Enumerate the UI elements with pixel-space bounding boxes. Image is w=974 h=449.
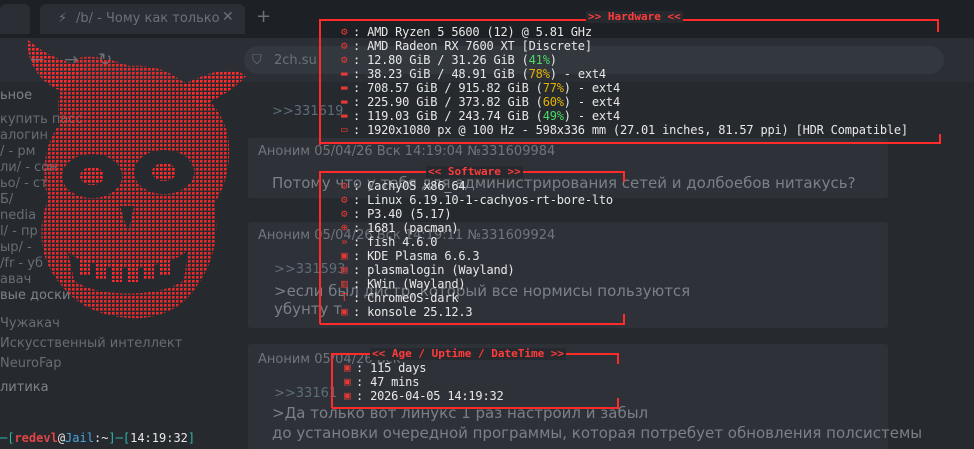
info-row: : fish 4.6.0 xyxy=(353,235,438,249)
info-value: Linux 6.19.10-1-cachyos-rt-bore-lto xyxy=(367,193,613,207)
usage-value: 12.80 GiB / 31.26 GiB ( xyxy=(367,53,529,67)
skull-ascii-art xyxy=(27,40,246,319)
info-row: : 12.80 GiB / 31.26 GiB (41%) xyxy=(353,53,557,67)
window-manager-icon: ▥ xyxy=(341,277,348,290)
disk-icon: ▬ xyxy=(341,67,348,80)
info-row: : CachyOS x86_64 xyxy=(353,179,466,193)
disk-icon: ▬ xyxy=(341,109,348,122)
kernel-icon: ⚙ xyxy=(341,193,348,206)
usage-percent: 77% xyxy=(542,81,564,95)
info-row: : 708.57 GiB / 915.82 GiB (77%) - ext4 xyxy=(353,81,620,95)
info-row: : 47 mins xyxy=(356,375,420,389)
info-value: 1681 (pacman) xyxy=(367,221,459,235)
prompt-host: Jail xyxy=(65,431,94,445)
info-row: : ChromeOS-dark xyxy=(353,291,459,305)
info-value: KDE Plasma 6.6.3 xyxy=(367,249,480,263)
prompt-time: 14:19:32 xyxy=(130,431,188,445)
info-row: : 115 days xyxy=(356,361,427,375)
usage-suffix: ) - ext4 xyxy=(549,67,606,81)
info-value: fish 4.6.0 xyxy=(367,235,438,249)
terminal-icon: ▣ xyxy=(344,361,351,374)
info-value: AMD Ryzen 5 5600 (12) @ 5.81 GHz xyxy=(367,25,592,39)
display-icon: ▭ xyxy=(341,123,348,136)
info-row: : 38.23 GiB / 48.91 GiB (78%) - ext4 xyxy=(353,67,606,81)
info-row: : P3.40 (5.17) xyxy=(353,207,452,221)
terminal: >> Hardware << ⚙ : AMD Ryzen 5 5600 (12) … xyxy=(0,0,974,449)
info-row: : KWin (Wayland) xyxy=(353,277,466,291)
disk-icon: ▬ xyxy=(341,81,348,94)
os-icon: ⚙ xyxy=(341,179,348,192)
usage-suffix: ) - ext4 xyxy=(563,95,620,109)
usage-percent: 49% xyxy=(542,109,564,123)
info-value: konsole 25.12.3 xyxy=(367,305,473,319)
info-value: KWin (Wayland) xyxy=(367,277,466,291)
info-value: 2026-04-05 14:19:32 xyxy=(370,389,504,403)
usage-value: 119.03 GiB / 243.74 GiB ( xyxy=(367,109,543,123)
terminal-icon: ▣ xyxy=(341,305,348,318)
desktop-icon: ▣ xyxy=(341,249,348,262)
info-row: : Linux 6.19.10-1-cachyos-rt-bore-lto xyxy=(353,193,613,207)
info-value: 115 days xyxy=(370,361,427,375)
info-value: plasmalogin (Wayland) xyxy=(367,263,515,277)
hardware-title: >> Hardware << xyxy=(586,10,683,23)
shell-prompt[interactable]: ─[redevl@Jail:~]─[14:19:32] xyxy=(0,431,195,445)
memory-icon: ⚙ xyxy=(341,53,348,66)
info-row: : KDE Plasma 6.6.3 xyxy=(353,249,480,263)
cpu-icon: ⚙ xyxy=(341,25,348,38)
info-row: : AMD Ryzen 5 5600 (12) @ 5.81 GHz xyxy=(353,25,592,39)
info-row: : konsole 25.12.3 xyxy=(353,305,473,319)
info-value: P3.40 (5.17) xyxy=(367,207,452,221)
info-value: 47 mins xyxy=(370,375,420,389)
info-row: : 119.03 GiB / 243.74 GiB (49%) - ext4 xyxy=(353,109,620,123)
usage-suffix: ) - ext4 xyxy=(563,81,620,95)
theme-icon: T xyxy=(341,291,348,304)
usage-value: 38.23 GiB / 48.91 GiB ( xyxy=(367,67,529,81)
gpu-icon: ⚙ xyxy=(341,39,348,52)
usage-percent: 78% xyxy=(528,67,550,81)
uptime-title: << Age / Uptime / DateTime >> xyxy=(370,347,567,360)
info-row: : 1920x1080 px @ 100 Hz - 598x336 mm (27… xyxy=(353,123,908,137)
prompt-user: redevl xyxy=(14,431,58,445)
info-value: CachyOS x86_64 xyxy=(367,179,466,193)
disk-icon: ▬ xyxy=(341,95,348,108)
info-value: ChromeOS-dark xyxy=(367,291,459,305)
usage-value: 708.57 GiB / 915.82 GiB ( xyxy=(367,81,543,95)
usage-value: 225.90 GiB / 373.82 GiB ( xyxy=(367,95,543,109)
usage-percent: 41% xyxy=(528,53,550,67)
info-row: : plasmalogin (Wayland) xyxy=(353,263,515,277)
window-icon: ▤ xyxy=(341,263,348,276)
usage-suffix: ) xyxy=(549,53,557,67)
info-row: : 1681 (pacman) xyxy=(353,221,459,235)
terminal-icon: ▣ xyxy=(344,375,351,388)
software-title: << Software >> xyxy=(426,165,523,178)
info-value: 1920x1080 px @ 100 Hz - 598x336 mm (27.0… xyxy=(367,123,908,137)
usage-suffix: ) - ext4 xyxy=(563,109,620,123)
shell-icon: » xyxy=(341,235,348,248)
info-row: : 225.90 GiB / 373.82 GiB (60%) - ext4 xyxy=(353,95,620,109)
usage-percent: 60% xyxy=(542,95,564,109)
package-icon: ⊕ xyxy=(341,221,348,234)
terminal-icon: ▣ xyxy=(344,389,351,402)
info-value: AMD Radeon RX 7600 XT [Discrete] xyxy=(367,39,592,53)
info-row: : 2026-04-05 14:19:32 xyxy=(356,389,504,403)
info-row: : AMD Radeon RX 7600 XT [Discrete] xyxy=(353,39,592,53)
gear-icon: ⚙ xyxy=(341,207,348,220)
